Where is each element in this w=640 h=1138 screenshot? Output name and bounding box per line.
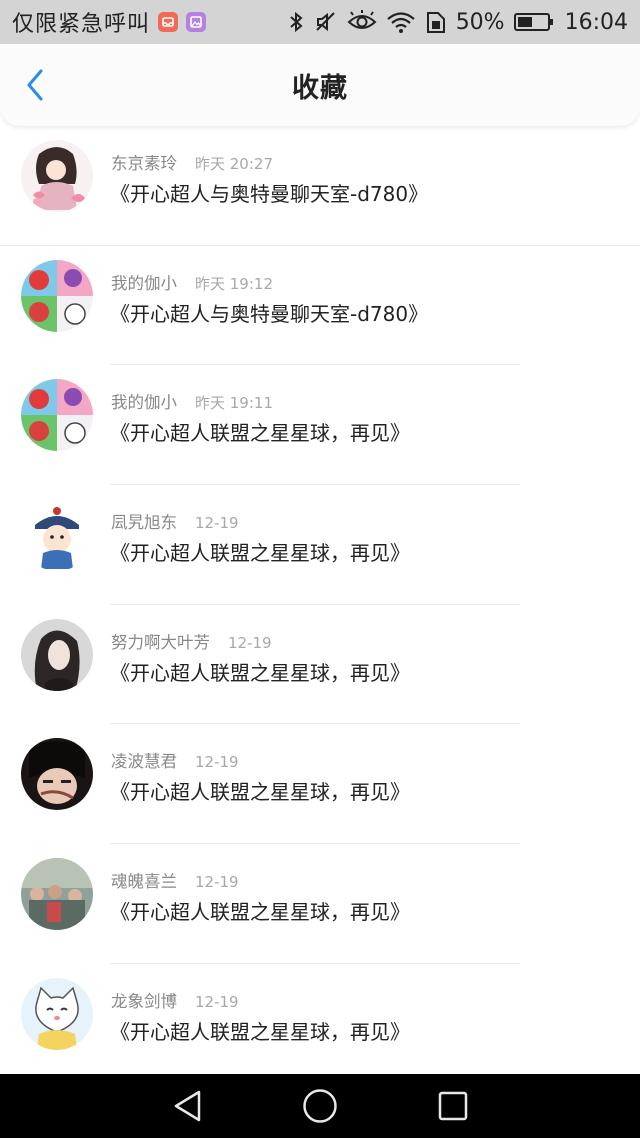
nav-home-button[interactable] xyxy=(300,1086,340,1126)
item-meta: 努力啊大叶芳 12-19 xyxy=(111,629,272,653)
chevron-left-icon xyxy=(27,69,43,101)
back-triangle-icon xyxy=(174,1090,200,1122)
home-circle-icon xyxy=(303,1089,337,1123)
anime-girl-avatar-icon xyxy=(21,140,93,212)
list-item[interactable]: 我的伽小 昨天 19:11 《开心超人联盟之星星球，再见》 xyxy=(0,365,640,486)
item-title[interactable]: 《开心超人联盟之星星球，再见》 xyxy=(110,537,410,566)
cartoon-cat-avatar-icon xyxy=(21,977,93,1050)
avatar[interactable] xyxy=(21,858,93,931)
item-meta: 龙象剑博 12-19 xyxy=(111,988,239,1012)
battery-percent: 50% xyxy=(455,9,505,35)
item-title[interactable]: 《开心超人与奥特曼聊天室-d780》 xyxy=(110,298,428,327)
item-title[interactable]: 《开心超人联盟之星星球，再见》 xyxy=(110,657,410,686)
qing-official-cartoon-avatar-icon xyxy=(21,499,93,572)
item-username[interactable]: 凌波慧君 xyxy=(111,748,177,772)
woman-photo-avatar-icon xyxy=(21,618,93,691)
battery-icon xyxy=(513,13,553,31)
system-nav-bar xyxy=(0,1074,640,1138)
carrier-text: 仅限紧急呼叫 xyxy=(12,12,151,37)
item-title[interactable]: 《开心超人联盟之星星球，再见》 xyxy=(110,417,410,446)
item-username[interactable]: 魂魄喜兰 xyxy=(111,868,177,892)
eye-icon xyxy=(347,10,377,29)
item-username[interactable]: 我的伽小 xyxy=(111,270,177,294)
item-username[interactable]: 凨旯旭东 xyxy=(111,509,177,533)
item-meta: 东京素玲 昨天 20:27 xyxy=(111,150,273,174)
item-username[interactable]: 龙象剑博 xyxy=(111,988,177,1012)
avatar[interactable] xyxy=(21,379,93,452)
item-title[interactable]: 《开心超人联盟之星星球，再见》 xyxy=(110,896,410,925)
item-username[interactable]: 努力啊大叶芳 xyxy=(111,629,210,653)
item-username[interactable]: 东京素玲 xyxy=(111,150,177,174)
status-bar: 仅限紧急呼叫 50% 16:04 xyxy=(0,0,640,44)
clock: 16:04 xyxy=(564,9,628,35)
cartoon-grid-avatar-icon xyxy=(21,379,93,452)
item-timestamp: 昨天 19:11 xyxy=(195,394,273,413)
bluetooth-icon xyxy=(290,11,303,33)
dark-hair-anime-avatar-icon xyxy=(21,738,93,811)
list-item[interactable]: 我的伽小 昨天 19:12 《开心超人与奥特曼聊天室-d780》 xyxy=(0,246,640,366)
sim-icon xyxy=(426,12,445,33)
item-meta: 我的伽小 昨天 19:11 xyxy=(111,389,273,413)
wifi-icon xyxy=(386,12,415,33)
cartoon-grid-avatar-icon xyxy=(21,259,93,332)
item-meta: 我的伽小 昨天 19:12 xyxy=(111,270,273,294)
list-item[interactable]: 龙象剑博 12-19 《开心超人联盟之星星球，再见》 xyxy=(0,964,640,1084)
back-button[interactable] xyxy=(18,68,52,102)
item-timestamp: 12-19 xyxy=(195,992,239,1011)
item-meta: 凌波慧君 12-19 xyxy=(111,748,239,772)
page-title: 收藏 xyxy=(292,72,348,104)
item-username[interactable]: 我的伽小 xyxy=(111,389,177,413)
item-timestamp: 昨天 19:12 xyxy=(195,274,273,293)
group-photo-avatar-icon xyxy=(21,858,93,931)
avatar[interactable] xyxy=(21,140,93,212)
item-timestamp: 12-19 xyxy=(195,514,239,533)
item-title[interactable]: 《开心超人联盟之星星球，再见》 xyxy=(110,776,410,805)
avatar[interactable] xyxy=(21,738,93,811)
list-item[interactable]: 东京素玲 昨天 20:27 《开心超人与奥特曼聊天室-d780》 xyxy=(0,126,640,246)
mail-notification-icon xyxy=(158,12,179,32)
item-title[interactable]: 《开心超人与奥特曼聊天室-d780》 xyxy=(110,178,428,207)
list-item[interactable]: 凨旯旭东 12-19 《开心超人联盟之星星球，再见》 xyxy=(0,485,640,605)
header: 收藏 xyxy=(0,44,640,126)
avatar[interactable] xyxy=(21,977,93,1050)
item-title[interactable]: 《开心超人联盟之星星球，再见》 xyxy=(110,1016,410,1045)
recents-square-icon xyxy=(439,1091,468,1121)
mute-icon xyxy=(315,12,335,32)
list-item[interactable]: 魂魄喜兰 12-19 《开心超人联盟之星星球，再见》 xyxy=(0,844,640,964)
list-item[interactable]: 凌波慧君 12-19 《开心超人联盟之星星球，再见》 xyxy=(0,724,640,845)
item-meta: 魂魄喜兰 12-19 xyxy=(111,868,239,892)
image-notification-icon xyxy=(186,12,207,32)
avatar[interactable] xyxy=(21,618,93,691)
nav-back-button[interactable] xyxy=(167,1086,207,1126)
list-item[interactable]: 努力啊大叶芳 12-19 《开心超人联盟之星星球，再见》 xyxy=(0,605,640,725)
favorites-list: 东京素玲 昨天 20:27 《开心超人与奥特曼聊天室-d780》 我的伽小 昨天… xyxy=(0,126,640,1084)
avatar[interactable] xyxy=(21,499,93,572)
item-timestamp: 12-19 xyxy=(228,633,272,652)
item-meta: 凨旯旭东 12-19 xyxy=(111,509,239,533)
nav-recents-button[interactable] xyxy=(433,1086,473,1126)
avatar[interactable] xyxy=(21,259,93,332)
item-timestamp: 12-19 xyxy=(195,753,239,772)
status-icons: 50% 16:04 xyxy=(287,10,628,35)
item-timestamp: 昨天 20:27 xyxy=(195,155,273,173)
item-timestamp: 12-19 xyxy=(195,873,239,892)
